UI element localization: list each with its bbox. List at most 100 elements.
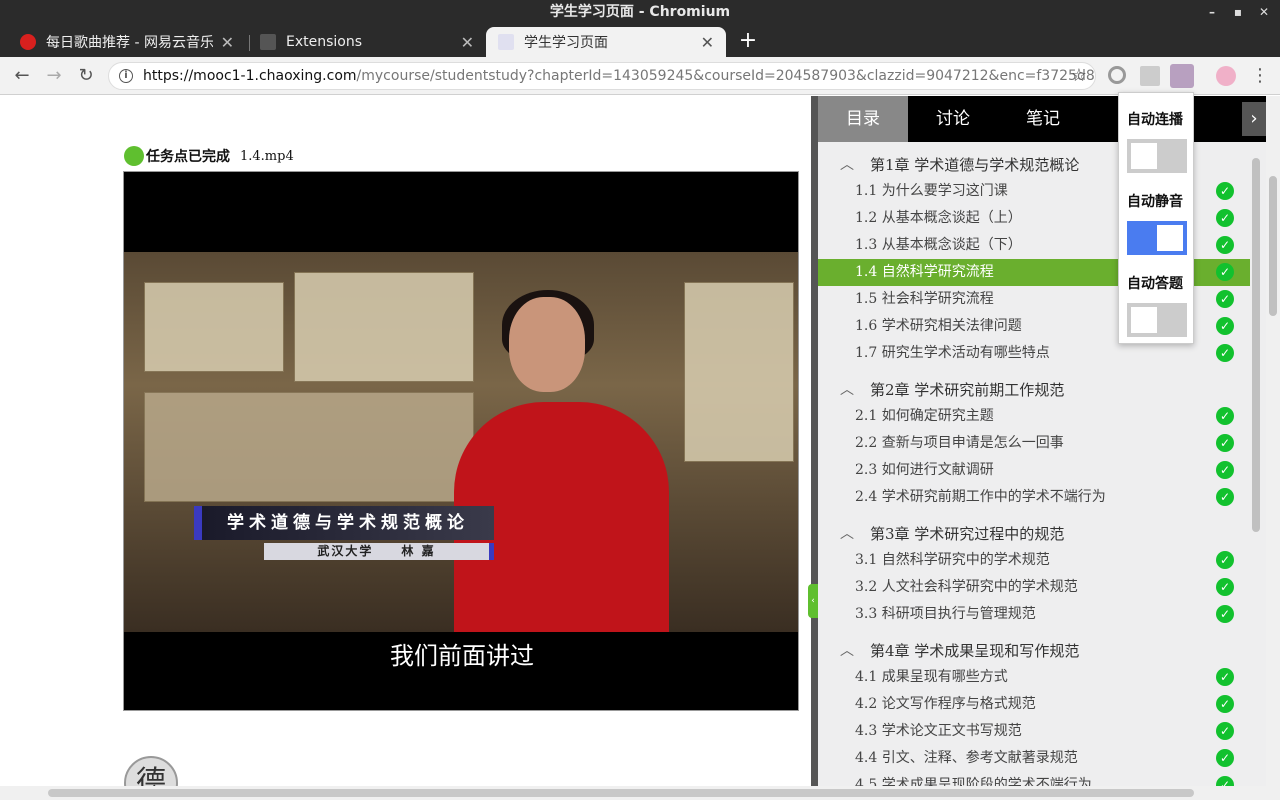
auto-play-toggle[interactable] bbox=[1127, 139, 1187, 173]
chapter-heading[interactable]: ︿ 第4章 学术成果呈现和写作规范 bbox=[818, 634, 1250, 664]
check-icon: ✓ bbox=[1216, 236, 1234, 254]
puzzle-icon bbox=[260, 34, 276, 50]
check-icon: ✓ bbox=[1216, 209, 1234, 227]
check-icon: ✓ bbox=[1216, 488, 1234, 506]
tab-close-icon[interactable]: ✕ bbox=[701, 33, 714, 52]
chapter-heading[interactable]: ︿ 第3章 学术研究过程中的规范 bbox=[818, 517, 1250, 547]
check-icon: ✓ bbox=[1216, 434, 1234, 452]
info-icon[interactable]: i bbox=[119, 69, 133, 83]
extension-helper-icon[interactable] bbox=[1170, 64, 1194, 88]
new-tab-icon[interactable]: + bbox=[736, 27, 760, 55]
lesson-item[interactable]: 3.3 科研项目执行与管理规范 ✓ bbox=[818, 601, 1250, 628]
video-caption: 我们前面讲过 bbox=[390, 642, 534, 670]
tab-label: 每日歌曲推荐 - 网易云音乐 bbox=[46, 35, 213, 51]
page-scroll-thumb[interactable] bbox=[1269, 176, 1277, 316]
video-player[interactable]: 学术道德与学术规范概论 武汉大学 林 嘉 我们前面讲过 bbox=[123, 171, 799, 711]
check-icon: ✓ bbox=[1216, 407, 1234, 425]
check-icon: ✓ bbox=[1216, 605, 1234, 623]
panel-splitter[interactable] bbox=[811, 96, 818, 786]
photo-board bbox=[684, 282, 794, 462]
auto-answer-toggle[interactable] bbox=[1127, 303, 1187, 337]
close-window-icon[interactable]: ✕ bbox=[1258, 0, 1270, 25]
auto-mute-toggle[interactable] bbox=[1127, 221, 1187, 255]
bookmark-star-icon[interactable]: ☆ bbox=[1071, 63, 1087, 89]
task-status: 任务点已完成 1.4.mp4 bbox=[124, 146, 294, 166]
tab-netease-music[interactable]: 每日歌曲推荐 - 网易云音乐 ✕ bbox=[8, 27, 246, 57]
chapter-heading[interactable]: ︿ 第2章 学术研究前期工作规范 bbox=[818, 373, 1250, 403]
photo-board bbox=[144, 392, 474, 502]
course-logo: 德 bbox=[124, 756, 178, 786]
toggle-knob bbox=[1157, 225, 1183, 251]
reload-icon[interactable]: ↻ bbox=[74, 64, 98, 88]
back-arrow-icon[interactable]: ← bbox=[10, 64, 34, 88]
video-title-overlay: 学术道德与学术规范概论 bbox=[194, 506, 494, 540]
auto-play-label: 自动连播 bbox=[1127, 112, 1183, 128]
tab-extensions[interactable]: Extensions ✕ bbox=[248, 27, 486, 57]
browser-toolbar: ← → ↻ i https://mooc1-1.chaoxing.com/myc… bbox=[0, 57, 1280, 95]
tab-label: 学生学习页面 bbox=[524, 35, 608, 51]
minimize-icon[interactable]: – bbox=[1206, 0, 1218, 25]
horizontal-scroll-thumb[interactable] bbox=[48, 789, 1194, 797]
maximize-icon[interactable]: ▪ bbox=[1232, 0, 1244, 25]
address-bar[interactable]: i https://mooc1-1.chaoxing.com/mycourse/… bbox=[108, 62, 1096, 90]
url-host: https://mooc1-1.chaoxing.com bbox=[143, 68, 357, 84]
lesson-item[interactable]: 2.4 学术研究前期工作中的学术不端行为 ✓ bbox=[818, 484, 1250, 511]
auto-mute-label: 自动静音 bbox=[1127, 194, 1183, 210]
lesson-item[interactable]: 3.2 人文社会科学研究中的学术规范 ✓ bbox=[818, 574, 1250, 601]
forward-arrow-icon[interactable]: → bbox=[42, 64, 66, 88]
lesson-item[interactable]: 4.2 论文写作程序与格式规范 ✓ bbox=[818, 691, 1250, 718]
tab-discussion[interactable]: 讨论 bbox=[908, 96, 998, 142]
lesson-item[interactable]: 2.1 如何确定研究主题 ✓ bbox=[818, 403, 1250, 430]
lesson-item[interactable]: 4.5 学术成果呈现阶段的学术不端行为 ✓ bbox=[818, 772, 1250, 786]
horizontal-scrollbar[interactable] bbox=[0, 786, 1280, 800]
window-controls: – ▪ ✕ bbox=[1206, 0, 1270, 25]
lesson-item[interactable]: 4.1 成果呈现有哪些方式 ✓ bbox=[818, 664, 1250, 691]
auto-answer-label: 自动答题 bbox=[1127, 276, 1183, 292]
lesson-item[interactable]: 3.1 自然科学研究中的学术规范 ✓ bbox=[818, 547, 1250, 574]
window-titlebar: 学生学习页面 - Chromium – ▪ ✕ bbox=[0, 0, 1280, 25]
check-icon: ✓ bbox=[1216, 749, 1234, 767]
profile-avatar-icon[interactable] bbox=[1216, 66, 1236, 86]
chevron-right-icon[interactable]: › bbox=[1242, 102, 1266, 136]
check-icon: ✓ bbox=[1216, 182, 1234, 200]
presenter-face bbox=[509, 297, 585, 392]
tab-student-study[interactable]: 学生学习页面 ✕ bbox=[486, 27, 726, 57]
page-scrollbar[interactable] bbox=[1266, 96, 1280, 786]
sidebar-scroll-thumb[interactable] bbox=[1252, 158, 1260, 532]
lesson-item[interactable]: 2.2 查新与项目申请是怎么一回事 ✓ bbox=[818, 430, 1250, 457]
check-icon: ✓ bbox=[1216, 578, 1234, 596]
chevron-up-icon: ︿ bbox=[840, 643, 854, 659]
task-file-name: 1.4.mp4 bbox=[240, 148, 294, 164]
tab-notes[interactable]: 笔记 bbox=[998, 96, 1088, 142]
sidebar-scrollbar[interactable] bbox=[1250, 158, 1262, 766]
task-status-text: 任务点已完成 bbox=[146, 149, 230, 165]
check-icon: ✓ bbox=[1216, 317, 1234, 335]
extension-circle-icon[interactable] bbox=[1108, 66, 1126, 84]
course-sidebar: 目录 讨论 笔记 › ︿ 第1章 学术道德与学术规范概论 1.1 为什么要学习这门… bbox=[818, 96, 1266, 786]
task-complete-icon bbox=[124, 146, 144, 166]
tab-close-icon[interactable]: ✕ bbox=[461, 33, 474, 52]
chevron-up-icon: ︿ bbox=[840, 382, 854, 398]
extension-calendar-icon[interactable] bbox=[1140, 66, 1160, 86]
window-title: 学生学习页面 - Chromium bbox=[549, 4, 731, 20]
check-icon: ✓ bbox=[1216, 344, 1234, 362]
check-icon: ✓ bbox=[1216, 695, 1234, 713]
check-icon: ✓ bbox=[1216, 551, 1234, 569]
page-icon bbox=[498, 34, 514, 50]
video-presenter-overlay: 武汉大学 林 嘉 bbox=[264, 543, 494, 560]
check-icon: ✓ bbox=[1216, 461, 1234, 479]
lesson-item[interactable]: 4.4 引文、注释、参考文献著录规范 ✓ bbox=[818, 745, 1250, 772]
lesson-item[interactable]: 2.3 如何进行文献调研 ✓ bbox=[818, 457, 1250, 484]
check-icon: ✓ bbox=[1216, 290, 1234, 308]
tab-close-icon[interactable]: ✕ bbox=[221, 33, 234, 52]
extension-popup: 自动连播 自动静音 自动答题 bbox=[1118, 92, 1194, 344]
sidebar-tabs: 目录 讨论 笔记 › bbox=[818, 96, 1266, 142]
tab-catalog[interactable]: 目录 bbox=[818, 96, 908, 142]
chevron-up-icon: ︿ bbox=[840, 526, 854, 542]
check-icon: ✓ bbox=[1216, 722, 1234, 740]
menu-kebab-icon[interactable]: ⋮ bbox=[1248, 64, 1272, 88]
lesson-item[interactable]: 4.3 学术论文正文书写规范 ✓ bbox=[818, 718, 1250, 745]
lesson-item[interactable]: 1.7 研究生学术活动有哪些特点 ✓ bbox=[818, 340, 1250, 367]
collapse-sidebar-icon[interactable]: ‹ bbox=[808, 584, 818, 618]
photo-board bbox=[144, 282, 284, 372]
